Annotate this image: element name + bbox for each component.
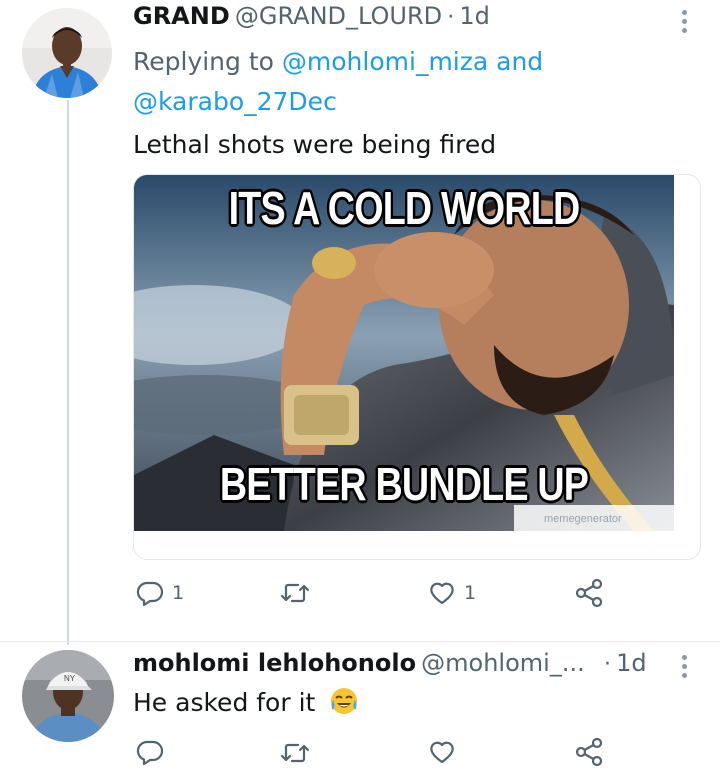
timestamp[interactable]: 1d xyxy=(459,2,490,30)
user-handle[interactable]: @GRAND_LOURD xyxy=(235,2,442,30)
tweet-text: Lethal shots were being fired xyxy=(133,130,497,159)
avatar-grand[interactable] xyxy=(22,8,112,98)
tweet1-header: GRAND @GRAND_LOURD · 1d xyxy=(133,2,490,30)
mention-link[interactable]: @mohlomi_miza xyxy=(282,47,488,76)
user-handle[interactable]: @mohlomi_... xyxy=(421,649,585,677)
tweet2-header: mohlomi lehlohonolo @mohlomi_... xyxy=(133,649,585,677)
like-button[interactable] xyxy=(428,738,464,766)
display-name[interactable]: GRAND xyxy=(133,2,230,30)
share-icon xyxy=(575,737,603,767)
tweet-text-body: He asked for it xyxy=(133,688,316,717)
retweet-button[interactable] xyxy=(280,580,318,606)
reply-icon xyxy=(136,581,164,607)
reply-count: 1 xyxy=(172,582,185,604)
replying-to: Replying to @mohlomi_miza and @karabo_27… xyxy=(133,42,603,122)
thread-line xyxy=(67,100,69,645)
replying-prefix: Replying to xyxy=(133,47,274,76)
retweet-button[interactable] xyxy=(280,740,318,766)
display-name[interactable]: mohlomi lehlohonolo xyxy=(133,649,416,677)
retweet-icon xyxy=(280,583,310,603)
tweet2-time: · 1d xyxy=(604,649,647,677)
separator-dot: · xyxy=(604,652,611,677)
avatar-mohlomi[interactable]: NY xyxy=(22,650,114,742)
like-icon xyxy=(430,741,454,764)
meme-top-text: ITS A COLD WORLD xyxy=(228,182,581,234)
meme-image: ITS A COLD WORLD BETTER BUNDLE UP memege… xyxy=(134,175,674,531)
share-icon xyxy=(575,578,603,608)
svg-text:NY: NY xyxy=(64,674,76,683)
reply-icon xyxy=(136,740,164,766)
timestamp[interactable]: 1d xyxy=(616,649,647,677)
tweet-text: He asked for it xyxy=(133,686,359,722)
mention-link[interactable]: @karabo_27Dec xyxy=(133,87,337,116)
more-icon[interactable] xyxy=(682,10,688,37)
tweet-divider xyxy=(0,641,720,642)
retweet-icon xyxy=(280,743,310,763)
meme-bottom-text: BETTER BUNDLE UP xyxy=(219,458,589,510)
joy-emoji xyxy=(329,686,359,722)
like-count: 1 xyxy=(464,582,477,604)
share-button[interactable] xyxy=(574,737,604,767)
like-icon xyxy=(430,582,454,605)
reply-button[interactable]: 1 xyxy=(136,579,184,607)
reply-button[interactable] xyxy=(136,738,172,766)
meme-watermark: memegenerator xyxy=(544,513,622,525)
tweet-media[interactable]: ITS A COLD WORLD BETTER BUNDLE UP memege… xyxy=(133,174,701,560)
and-text: and xyxy=(496,47,544,76)
share-button[interactable] xyxy=(574,578,604,608)
like-button[interactable]: 1 xyxy=(428,579,476,607)
more-icon[interactable] xyxy=(682,655,688,682)
separator-dot: · xyxy=(447,5,455,30)
